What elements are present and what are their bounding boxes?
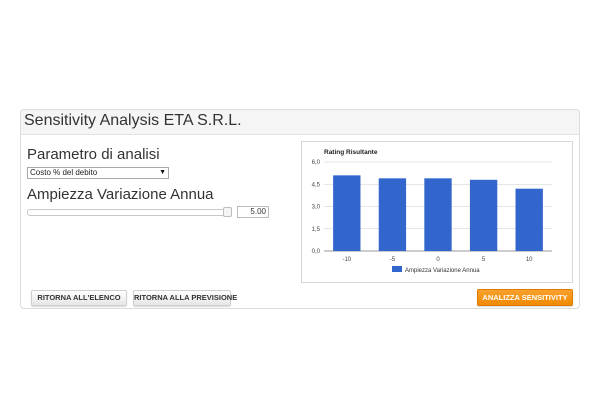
chevron-down-icon: ▼ — [159, 169, 166, 176]
legend-swatch — [392, 266, 402, 272]
range-label: Ampiezza Variazione Annua — [27, 186, 214, 203]
panel-header: Sensitivity Analysis ETA S.R.L. — [21, 110, 579, 135]
parameter-select[interactable]: Costo % del debito ▼ — [27, 167, 169, 179]
range-slider-track[interactable] — [27, 209, 231, 216]
result-chart: Rating Risultante 0,0 1,5 3,0 4,5 6,0 -10 -5 0 5 1… — [301, 141, 573, 283]
sensitivity-panel: Sensitivity Analysis ETA S.R.L. Parametr… — [20, 109, 580, 309]
range-slider-handle[interactable] — [223, 207, 232, 217]
page-title: Sensitivity Analysis ETA S.R.L. — [24, 112, 242, 129]
y-tick-label: 1,5 — [312, 227, 321, 233]
analyze-sensitivity-button[interactable]: ANALIZZA SENSITIVITY — [477, 289, 573, 306]
chart-bar — [378, 178, 407, 251]
x-tick-label: 0 — [436, 257, 440, 263]
range-slider-fill — [28, 210, 230, 215]
x-tick-label: 5 — [482, 257, 486, 263]
chart-bar — [424, 178, 452, 251]
back-to-list-button[interactable]: RITORNA ALL'ELENCO — [31, 290, 127, 306]
range-value-input[interactable]: 5.00 — [237, 206, 269, 218]
x-tick-label: -10 — [342, 257, 351, 263]
y-tick-label: 4,5 — [312, 182, 321, 188]
x-tick-label: 10 — [526, 257, 533, 263]
chart-bar — [469, 179, 498, 251]
chart-bar — [515, 188, 543, 251]
back-to-forecast-button[interactable]: RITORNA ALLA PREVISIONE — [133, 290, 237, 306]
y-tick-label: 3,0 — [312, 205, 321, 211]
chart-title: Rating Risultante — [324, 149, 378, 156]
parameter-label: Parametro di analisi — [27, 146, 160, 163]
chart-bar — [333, 175, 361, 251]
parameter-select-value: Costo % del debito — [30, 168, 98, 177]
y-tick-label: 0,0 — [312, 249, 321, 255]
chart-svg: Rating Risultante 0,0 1,5 3,0 4,5 6,0 -10 -5 0 5 1… — [312, 149, 552, 274]
x-tick-label: -5 — [390, 257, 396, 263]
y-tick-label: 6,0 — [312, 160, 321, 166]
legend-label: Ampiezza Variazione Annua — [405, 268, 480, 274]
